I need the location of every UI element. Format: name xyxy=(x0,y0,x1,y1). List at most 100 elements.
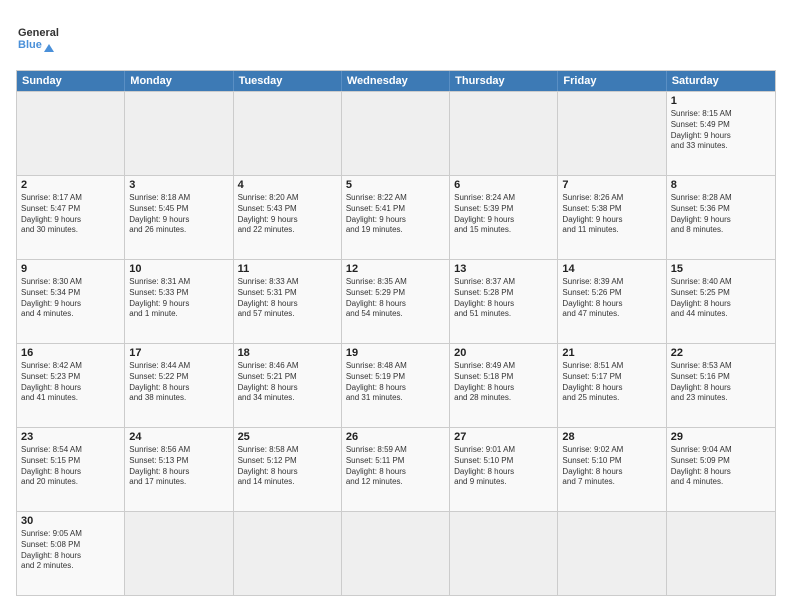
cell-day-info: Sunrise: 8:42 AM Sunset: 5:23 PM Dayligh… xyxy=(21,361,120,404)
cell-day-info: Sunrise: 8:20 AM Sunset: 5:43 PM Dayligh… xyxy=(238,193,337,236)
cell-day-info: Sunrise: 8:28 AM Sunset: 5:36 PM Dayligh… xyxy=(671,193,771,236)
calendar-cell: 15 Sunrise: 8:40 AM Sunset: 5:25 PM Dayli… xyxy=(667,260,775,343)
cell-day-info: Sunrise: 8:37 AM Sunset: 5:28 PM Dayligh… xyxy=(454,277,553,320)
calendar-cell: 10 Sunrise: 8:31 AM Sunset: 5:33 PM Dayli… xyxy=(125,260,233,343)
cell-day-info: Sunrise: 8:30 AM Sunset: 5:34 PM Dayligh… xyxy=(21,277,120,320)
page: General Blue SundayMondayTuesdayWednesda… xyxy=(0,0,792,612)
cell-day-info: Sunrise: 9:02 AM Sunset: 5:10 PM Dayligh… xyxy=(562,445,661,488)
cell-day-number: 27 xyxy=(454,431,553,443)
calendar-cell: 30Sunrise: 9:05 AM Sunset: 5:08 PM Dayli… xyxy=(17,512,125,595)
calendar-cell xyxy=(342,512,450,595)
calendar-cell: 25 Sunrise: 8:58 AM Sunset: 5:12 PM Dayli… xyxy=(234,428,342,511)
day-header-sunday: Sunday xyxy=(17,71,125,91)
cell-day-number: 6 xyxy=(454,179,553,191)
week-row-4: 23Sunrise: 8:54 AM Sunset: 5:15 PM Dayli… xyxy=(17,427,775,511)
day-header-saturday: Saturday xyxy=(667,71,775,91)
cell-day-number: 15 xyxy=(671,263,771,275)
calendar-cell: 26 Sunrise: 8:59 AM Sunset: 5:11 PM Dayli… xyxy=(342,428,450,511)
svg-text:General: General xyxy=(18,27,59,39)
cell-day-number: 21 xyxy=(562,347,661,359)
cell-day-info: Sunrise: 9:05 AM Sunset: 5:08 PM Dayligh… xyxy=(21,529,120,572)
cell-day-info: Sunrise: 8:49 AM Sunset: 5:18 PM Dayligh… xyxy=(454,361,553,404)
day-header-tuesday: Tuesday xyxy=(234,71,342,91)
cell-day-info: Sunrise: 9:01 AM Sunset: 5:10 PM Dayligh… xyxy=(454,445,553,488)
cell-day-info: Sunrise: 8:18 AM Sunset: 5:45 PM Dayligh… xyxy=(129,193,228,236)
calendar-cell xyxy=(17,92,125,175)
calendar-cell: 29 Sunrise: 9:04 AM Sunset: 5:09 PM Dayli… xyxy=(667,428,775,511)
week-row-0: 1 Sunrise: 8:15 AM Sunset: 5:49 PM Daylig… xyxy=(17,91,775,175)
cell-day-number: 11 xyxy=(238,263,337,275)
cell-day-number: 14 xyxy=(562,263,661,275)
calendar-cell: 23Sunrise: 8:54 AM Sunset: 5:15 PM Dayli… xyxy=(17,428,125,511)
cell-day-number: 2 xyxy=(21,179,120,191)
cell-day-number: 20 xyxy=(454,347,553,359)
calendar-cell: 7 Sunrise: 8:26 AM Sunset: 5:38 PM Daylig… xyxy=(558,176,666,259)
cell-day-number: 12 xyxy=(346,263,445,275)
calendar-cell xyxy=(558,92,666,175)
cell-day-info: Sunrise: 8:31 AM Sunset: 5:33 PM Dayligh… xyxy=(129,277,228,320)
day-header-wednesday: Wednesday xyxy=(342,71,450,91)
calendar-cell: 20 Sunrise: 8:49 AM Sunset: 5:18 PM Dayli… xyxy=(450,344,558,427)
calendar-cell: 11 Sunrise: 8:33 AM Sunset: 5:31 PM Dayli… xyxy=(234,260,342,343)
cell-day-number: 19 xyxy=(346,347,445,359)
calendar-cell: 18 Sunrise: 8:46 AM Sunset: 5:21 PM Dayli… xyxy=(234,344,342,427)
cell-day-number: 8 xyxy=(671,179,771,191)
calendar: SundayMondayTuesdayWednesdayThursdayFrid… xyxy=(16,70,776,596)
week-row-2: 9 Sunrise: 8:30 AM Sunset: 5:34 PM Daylig… xyxy=(17,259,775,343)
cell-day-info: Sunrise: 8:44 AM Sunset: 5:22 PM Dayligh… xyxy=(129,361,228,404)
calendar-cell: 21 Sunrise: 8:51 AM Sunset: 5:17 PM Dayli… xyxy=(558,344,666,427)
cell-day-number: 9 xyxy=(21,263,120,275)
cell-day-number: 5 xyxy=(346,179,445,191)
week-row-5: 30Sunrise: 9:05 AM Sunset: 5:08 PM Dayli… xyxy=(17,511,775,595)
cell-day-info: Sunrise: 8:33 AM Sunset: 5:31 PM Dayligh… xyxy=(238,277,337,320)
logo-area: General Blue xyxy=(16,16,60,60)
calendar-cell: 14 Sunrise: 8:39 AM Sunset: 5:26 PM Dayli… xyxy=(558,260,666,343)
day-headers: SundayMondayTuesdayWednesdayThursdayFrid… xyxy=(17,71,775,91)
cell-day-number: 1 xyxy=(671,95,771,107)
cell-day-info: Sunrise: 9:04 AM Sunset: 5:09 PM Dayligh… xyxy=(671,445,771,488)
cell-day-info: Sunrise: 8:58 AM Sunset: 5:12 PM Dayligh… xyxy=(238,445,337,488)
calendar-cell: 8 Sunrise: 8:28 AM Sunset: 5:36 PM Daylig… xyxy=(667,176,775,259)
cell-day-number: 25 xyxy=(238,431,337,443)
cell-day-info: Sunrise: 8:59 AM Sunset: 5:11 PM Dayligh… xyxy=(346,445,445,488)
cell-day-info: Sunrise: 8:24 AM Sunset: 5:39 PM Dayligh… xyxy=(454,193,553,236)
cell-day-info: Sunrise: 8:39 AM Sunset: 5:26 PM Dayligh… xyxy=(562,277,661,320)
svg-text:Blue: Blue xyxy=(18,39,42,51)
cell-day-number: 7 xyxy=(562,179,661,191)
cell-day-info: Sunrise: 8:48 AM Sunset: 5:19 PM Dayligh… xyxy=(346,361,445,404)
weeks: 1 Sunrise: 8:15 AM Sunset: 5:49 PM Daylig… xyxy=(17,91,775,595)
cell-day-info: Sunrise: 8:56 AM Sunset: 5:13 PM Dayligh… xyxy=(129,445,228,488)
calendar-cell: 4Sunrise: 8:20 AM Sunset: 5:43 PM Daylig… xyxy=(234,176,342,259)
cell-day-number: 29 xyxy=(671,431,771,443)
calendar-cell xyxy=(667,512,775,595)
cell-day-info: Sunrise: 8:51 AM Sunset: 5:17 PM Dayligh… xyxy=(562,361,661,404)
calendar-cell xyxy=(125,92,233,175)
cell-day-info: Sunrise: 8:46 AM Sunset: 5:21 PM Dayligh… xyxy=(238,361,337,404)
cell-day-number: 22 xyxy=(671,347,771,359)
header: General Blue xyxy=(16,16,776,60)
generalblue-logo-icon: General Blue xyxy=(16,16,60,60)
cell-day-number: 17 xyxy=(129,347,228,359)
calendar-cell: 6 Sunrise: 8:24 AM Sunset: 5:39 PM Daylig… xyxy=(450,176,558,259)
calendar-cell: 19 Sunrise: 8:48 AM Sunset: 5:19 PM Dayli… xyxy=(342,344,450,427)
week-row-3: 16Sunrise: 8:42 AM Sunset: 5:23 PM Dayli… xyxy=(17,343,775,427)
cell-day-number: 18 xyxy=(238,347,337,359)
calendar-cell xyxy=(234,512,342,595)
calendar-cell: 24 Sunrise: 8:56 AM Sunset: 5:13 PM Dayli… xyxy=(125,428,233,511)
calendar-cell: 3Sunrise: 8:18 AM Sunset: 5:45 PM Daylig… xyxy=(125,176,233,259)
cell-day-number: 28 xyxy=(562,431,661,443)
cell-day-info: Sunrise: 8:26 AM Sunset: 5:38 PM Dayligh… xyxy=(562,193,661,236)
calendar-cell: 13Sunrise: 8:37 AM Sunset: 5:28 PM Dayli… xyxy=(450,260,558,343)
cell-day-info: Sunrise: 8:15 AM Sunset: 5:49 PM Dayligh… xyxy=(671,109,771,152)
calendar-cell: 28 Sunrise: 9:02 AM Sunset: 5:10 PM Dayli… xyxy=(558,428,666,511)
cell-day-number: 24 xyxy=(129,431,228,443)
cell-day-number: 26 xyxy=(346,431,445,443)
cell-day-info: Sunrise: 8:53 AM Sunset: 5:16 PM Dayligh… xyxy=(671,361,771,404)
cell-day-number: 10 xyxy=(129,263,228,275)
calendar-cell xyxy=(125,512,233,595)
cell-day-info: Sunrise: 8:40 AM Sunset: 5:25 PM Dayligh… xyxy=(671,277,771,320)
calendar-cell: 5Sunrise: 8:22 AM Sunset: 5:41 PM Daylig… xyxy=(342,176,450,259)
week-row-1: 2Sunrise: 8:17 AM Sunset: 5:47 PM Daylig… xyxy=(17,175,775,259)
calendar-cell xyxy=(450,92,558,175)
day-header-friday: Friday xyxy=(558,71,666,91)
